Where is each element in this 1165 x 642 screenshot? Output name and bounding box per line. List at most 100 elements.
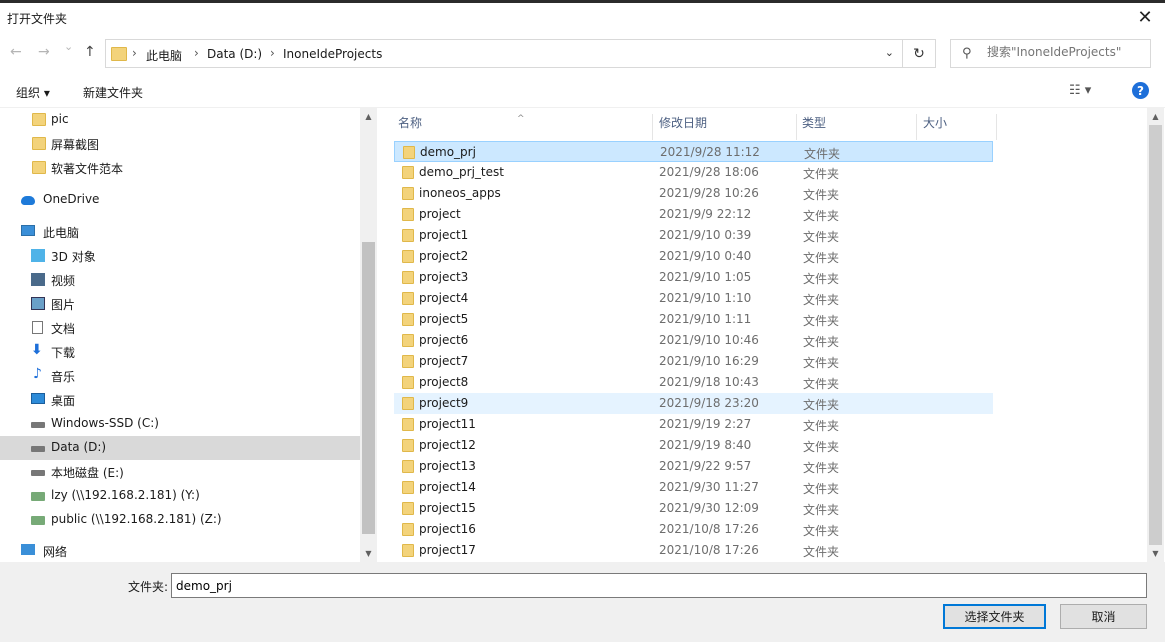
table-row[interactable]: demo_prj 2021/9/28 11:12 文件夹 [394,141,993,162]
sidebar-item-pictures[interactable]: 图片 [0,292,360,316]
sidebar-item-label: 桌面 [51,394,76,408]
table-row[interactable]: project14 2021/9/30 11:27 文件夹 [394,477,993,498]
folder-icon [402,250,414,263]
sidebar-item-videos[interactable]: 视频 [0,268,360,292]
table-row[interactable]: project4 2021/9/10 1:10 文件夹 [394,288,993,309]
folder-icon [402,292,414,305]
sidebar-item-this-pc[interactable]: 此电脑 [0,220,360,244]
table-row[interactable]: project6 2021/9/10 10:46 文件夹 [394,330,993,351]
crumb-separator: › [132,46,137,60]
table-row[interactable]: project8 2021/9/18 10:43 文件夹 [394,372,993,393]
column-divider[interactable] [996,114,997,140]
sidebar-item-desktop[interactable]: 桌面 [0,388,360,412]
table-row[interactable]: project3 2021/9/10 1:05 文件夹 [394,267,993,288]
view-options-icon[interactable]: ☷ ▾ [1069,83,1091,98]
crumb-data-drive[interactable]: Data (D:) [207,47,262,61]
music-icon: ♪ [33,366,42,382]
refresh-icon[interactable]: ↻ [903,39,936,68]
crumb-inoneideprojects[interactable]: InoneIdeProjects [283,47,382,61]
navigation-pane-scrollbar[interactable]: ▲ ▼ [360,108,377,562]
column-header-date[interactable]: 修改日期 [659,114,707,131]
file-name: project8 [419,375,469,389]
file-modified-date: 2021/9/28 11:12 [660,145,760,159]
column-divider[interactable] [916,114,917,140]
sidebar-item-music[interactable]: ♪ 音乐 [0,364,360,388]
help-icon[interactable]: ? [1132,82,1149,99]
video-icon [31,273,45,286]
up-arrow-icon[interactable]: ↑ [84,44,96,60]
sidebar-item-public-share[interactable]: public (\\192.168.2.181) (Z:) [0,508,360,532]
network-icon [21,544,35,555]
back-arrow-icon[interactable]: ← [10,44,22,60]
table-row[interactable]: demo_prj_test 2021/9/28 18:06 文件夹 [394,162,993,183]
table-row[interactable]: project12 2021/9/19 8:40 文件夹 [394,435,993,456]
cancel-button[interactable]: 取消 [1060,604,1147,629]
table-row[interactable]: project15 2021/9/30 12:09 文件夹 [394,498,993,519]
new-folder-button[interactable]: 新建文件夹 [83,84,143,101]
sidebar-item-data-drive[interactable]: Data (D:) [0,436,360,460]
table-row[interactable]: project11 2021/9/19 2:27 文件夹 [394,414,993,435]
table-row[interactable]: project2 2021/9/10 0:40 文件夹 [394,246,993,267]
chevron-down-icon[interactable]: ⌄ [885,46,894,59]
table-row[interactable]: inoneos_apps 2021/9/28 10:26 文件夹 [394,183,993,204]
search-input[interactable] [987,45,1145,59]
sidebar-item-windows-ssd[interactable]: Windows-SSD (C:) [0,412,360,436]
table-row[interactable]: project17 2021/10/8 17:26 文件夹 [394,540,993,561]
sidebar-item-documents[interactable]: 文档 [0,316,360,340]
scrollbar-thumb[interactable] [362,242,375,534]
close-icon[interactable]: ✕ [1125,3,1165,31]
sidebar-item-label: 本地磁盘 (E:) [51,466,124,480]
sidebar-item-local-disk-e[interactable]: 本地磁盘 (E:) [0,460,360,484]
table-row[interactable]: project 2021/9/9 22:12 文件夹 [394,204,993,225]
file-modified-date: 2021/9/28 10:26 [659,186,759,200]
file-modified-date: 2021/9/30 11:27 [659,480,759,494]
scroll-down-icon[interactable]: ▼ [1147,545,1164,562]
column-divider[interactable] [796,114,797,140]
drive-icon [31,422,45,428]
recent-locations-icon[interactable]: ⌄ [64,40,73,53]
crumb-this-pc[interactable]: 此电脑 [146,47,182,64]
table-row[interactable]: project16 2021/10/8 17:26 文件夹 [394,519,993,540]
file-type: 文件夹 [803,419,840,433]
table-row[interactable]: project9 2021/9/18 23:20 文件夹 [394,393,993,414]
sidebar-item-pic[interactable]: pic [0,108,360,132]
search-box[interactable]: ⚲ [950,39,1151,68]
sidebar-item-network[interactable]: 网络 [0,539,360,562]
sidebar-item-downloads[interactable]: ⬇ 下载 [0,340,360,364]
sidebar-item-screenshots[interactable]: 屏幕截图 [0,132,360,156]
file-type: 文件夹 [803,272,840,286]
sidebar-item-lzy-share[interactable]: lzy (\\192.168.2.181) (Y:) [0,484,360,508]
sidebar-item-label: 此电脑 [43,226,80,240]
forward-arrow-icon[interactable]: → [38,44,50,60]
column-header-type[interactable]: 类型 [802,114,826,131]
column-header-row: ^ 名称 修改日期 类型 大小 [377,108,997,140]
scrollbar-thumb[interactable] [1149,125,1162,545]
table-row[interactable]: project1 2021/9/10 0:39 文件夹 [394,225,993,246]
select-folder-button[interactable]: 选择文件夹 [943,604,1046,629]
sidebar-item-onedrive[interactable]: OneDrive [0,188,360,212]
column-header-name[interactable]: 名称 [398,114,422,131]
sidebar-item-3d-objects[interactable]: 3D 对象 [0,244,360,268]
folder-label: 文件夹: [128,580,169,594]
scroll-up-icon[interactable]: ▲ [1147,108,1164,125]
table-row[interactable]: project13 2021/9/22 9:57 文件夹 [394,456,993,477]
scroll-up-icon[interactable]: ▲ [360,108,377,125]
folder-icon [402,544,414,557]
file-modified-date: 2021/9/10 1:10 [659,291,752,305]
column-header-size[interactable]: 大小 [923,114,947,131]
organize-button[interactable]: 组织 ▾ [16,84,50,101]
pictures-icon [31,297,45,310]
file-modified-date: 2021/10/8 17:26 [659,522,759,536]
address-bar[interactable]: › 此电脑 › Data (D:) › InoneIdeProjects ⌄ [105,39,903,68]
file-type: 文件夹 [803,377,840,391]
sidebar-item-label: 3D 对象 [51,250,96,264]
file-list-scrollbar[interactable]: ▲ ▼ [1147,108,1164,562]
table-row[interactable]: project7 2021/9/10 16:29 文件夹 [394,351,993,372]
folder-name-input[interactable] [171,573,1147,598]
column-divider[interactable] [652,114,653,140]
title-bar: 打开文件夹 ✕ [0,3,1165,31]
scroll-down-icon[interactable]: ▼ [360,545,377,562]
sidebar-item-copyright-templates[interactable]: 软著文件范本 [0,156,360,180]
window-title: 打开文件夹 [7,12,68,26]
table-row[interactable]: project5 2021/9/10 1:11 文件夹 [394,309,993,330]
